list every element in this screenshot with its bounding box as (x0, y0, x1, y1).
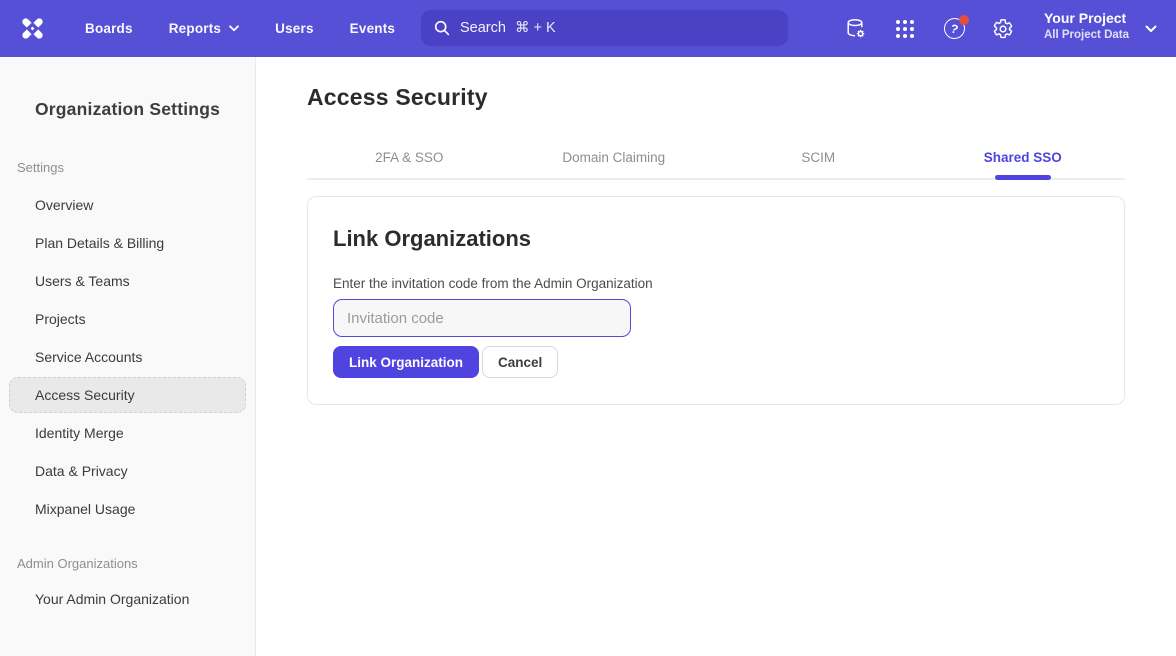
access-security-tabs: 2FA & SSO Domain Claiming SCIM Shared SS… (307, 136, 1125, 180)
active-tab-underline (995, 175, 1051, 180)
sidebar-admin-list: Your Admin Organization (0, 580, 255, 618)
project-switcher-labels: Your Project All Project Data (1044, 10, 1129, 41)
card-title: Link Organizations (333, 226, 1099, 252)
sidebar-item-users-teams[interactable]: Users & Teams (0, 262, 255, 300)
project-subtitle: All Project Data (1044, 29, 1129, 41)
sidebar-item-access-security[interactable]: Access Security (9, 377, 246, 413)
chevron-down-icon (229, 25, 239, 32)
data-management-icon (845, 18, 867, 40)
settings-gear-icon (992, 18, 1014, 40)
mixpanel-logo[interactable] (17, 13, 48, 44)
project-switcher[interactable]: Your Project All Project Data (1044, 10, 1157, 41)
sidebar-item-service-accounts[interactable]: Service Accounts (0, 338, 255, 376)
invitation-code-input[interactable] (333, 299, 631, 337)
link-organizations-card: Link Organizations Enter the invitation … (307, 196, 1125, 405)
card-actions: Link Organization Cancel (333, 346, 1099, 378)
sidebar-title: Organization Settings (0, 99, 255, 120)
sidebar-item-overview[interactable]: Overview (0, 186, 255, 224)
notification-dot (959, 15, 969, 25)
data-management-button[interactable] (845, 18, 867, 40)
top-navbar: Boards Reports Users Events Search ⌘ + K (0, 0, 1176, 57)
cancel-button[interactable]: Cancel (482, 346, 558, 378)
settings-button[interactable] (992, 18, 1014, 40)
help-button[interactable]: ? (943, 18, 965, 40)
main-content: Access Security 2FA & SSO Domain Claimin… (257, 57, 1176, 656)
nav-reports[interactable]: Reports (169, 21, 239, 36)
settings-sidebar: Organization Settings Settings Overview … (0, 57, 256, 656)
tab-2fa-sso[interactable]: 2FA & SSO (307, 136, 512, 178)
primary-nav: Boards Reports Users Events (85, 0, 395, 57)
sidebar-item-data-privacy[interactable]: Data & Privacy (0, 452, 255, 490)
nav-boards[interactable]: Boards (85, 21, 133, 36)
nav-users[interactable]: Users (275, 21, 314, 36)
search-icon (434, 20, 450, 36)
tab-domain-claiming[interactable]: Domain Claiming (512, 136, 717, 178)
nav-reports-label: Reports (169, 21, 221, 36)
tab-shared-sso-label: Shared SSO (984, 150, 1062, 165)
navbar-icon-group: ? (845, 0, 1014, 57)
tab-shared-sso[interactable]: Shared SSO (921, 136, 1126, 178)
sidebar-item-your-admin-organization[interactable]: Your Admin Organization (0, 580, 255, 618)
chevron-down-icon (1145, 25, 1157, 33)
apps-grid-icon (896, 20, 914, 38)
search-shortcut: ⌘ + K (515, 20, 556, 36)
search-placeholder: Search (460, 20, 506, 36)
page-title: Access Security (307, 84, 1125, 111)
nav-events[interactable]: Events (350, 21, 395, 36)
sidebar-item-plan-details-billing[interactable]: Plan Details & Billing (0, 224, 255, 262)
tab-scim[interactable]: SCIM (716, 136, 921, 178)
sidebar-item-identity-merge[interactable]: Identity Merge (0, 414, 255, 452)
help-glyph: ? (949, 21, 960, 36)
sidebar-item-mixpanel-usage[interactable]: Mixpanel Usage (0, 490, 255, 528)
invitation-code-label: Enter the invitation code from the Admin… (333, 276, 1099, 291)
link-organization-button[interactable]: Link Organization (333, 346, 479, 378)
sidebar-settings-list: Overview Plan Details & Billing Users & … (0, 186, 255, 528)
apps-grid-button[interactable] (894, 18, 916, 40)
project-name: Your Project (1044, 10, 1129, 26)
search-input[interactable]: Search ⌘ + K (421, 10, 788, 46)
sidebar-item-projects[interactable]: Projects (0, 300, 255, 338)
mixpanel-logo-icon (17, 13, 48, 44)
sidebar-section-settings: Settings (17, 160, 255, 175)
sidebar-section-admin-organizations: Admin Organizations (17, 556, 255, 571)
